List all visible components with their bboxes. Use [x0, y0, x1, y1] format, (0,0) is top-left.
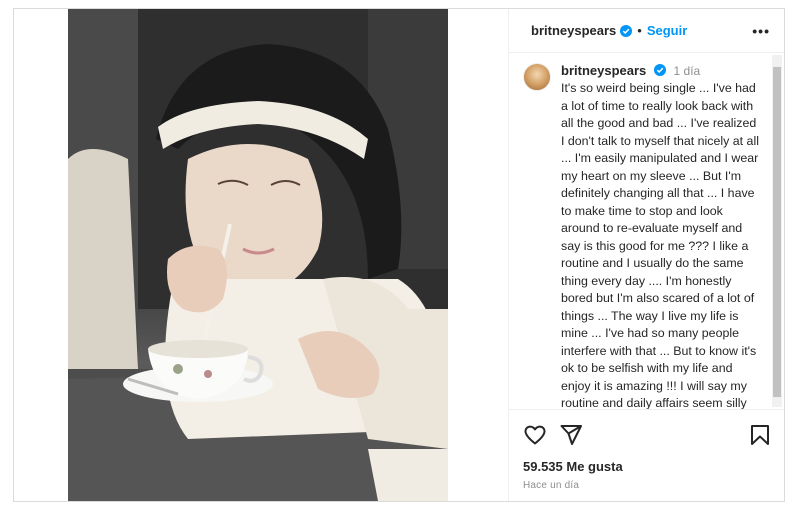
- action-bar: [509, 409, 784, 459]
- more-options-button[interactable]: •••: [752, 23, 770, 39]
- header-username[interactable]: britneyspears: [531, 23, 616, 38]
- follow-button[interactable]: Seguir: [647, 23, 687, 38]
- caption-username[interactable]: britneyspears: [561, 63, 646, 78]
- likes-count[interactable]: 59.535 Me gusta: [509, 459, 784, 474]
- caption-header: britneyspears 1 día: [561, 63, 760, 79]
- avatar[interactable]: [523, 63, 551, 91]
- paper-plane-icon[interactable]: [559, 423, 583, 447]
- bookmark-icon[interactable]: [748, 423, 772, 447]
- post-age[interactable]: Hace un día: [509, 474, 784, 501]
- comments-area[interactable]: britneyspears 1 día It's so weird being …: [509, 53, 784, 409]
- post-sidebar: britneyspears • Seguir ••• britneyspears: [508, 9, 784, 501]
- scrollbar-thumb[interactable]: [773, 67, 781, 397]
- verified-badge-icon: [620, 24, 633, 37]
- scrollbar[interactable]: [772, 55, 782, 407]
- post-header: britneyspears • Seguir •••: [509, 9, 784, 53]
- caption-text: It's so weird being single ... I've had …: [561, 81, 759, 409]
- verified-badge-icon: [653, 64, 666, 76]
- post-image[interactable]: [68, 9, 448, 501]
- caption-time[interactable]: 1 día: [674, 64, 701, 78]
- post-media: [14, 9, 508, 501]
- caption-content: britneyspears 1 día It's so weird being …: [561, 63, 760, 409]
- heart-icon[interactable]: [523, 423, 547, 447]
- caption-comment: britneyspears 1 día It's so weird being …: [523, 63, 760, 409]
- post-dialog: britneyspears • Seguir ••• britneyspears: [13, 8, 785, 502]
- nun-drinking-tea-illustration: [68, 9, 448, 501]
- header-separator: •: [637, 23, 642, 38]
